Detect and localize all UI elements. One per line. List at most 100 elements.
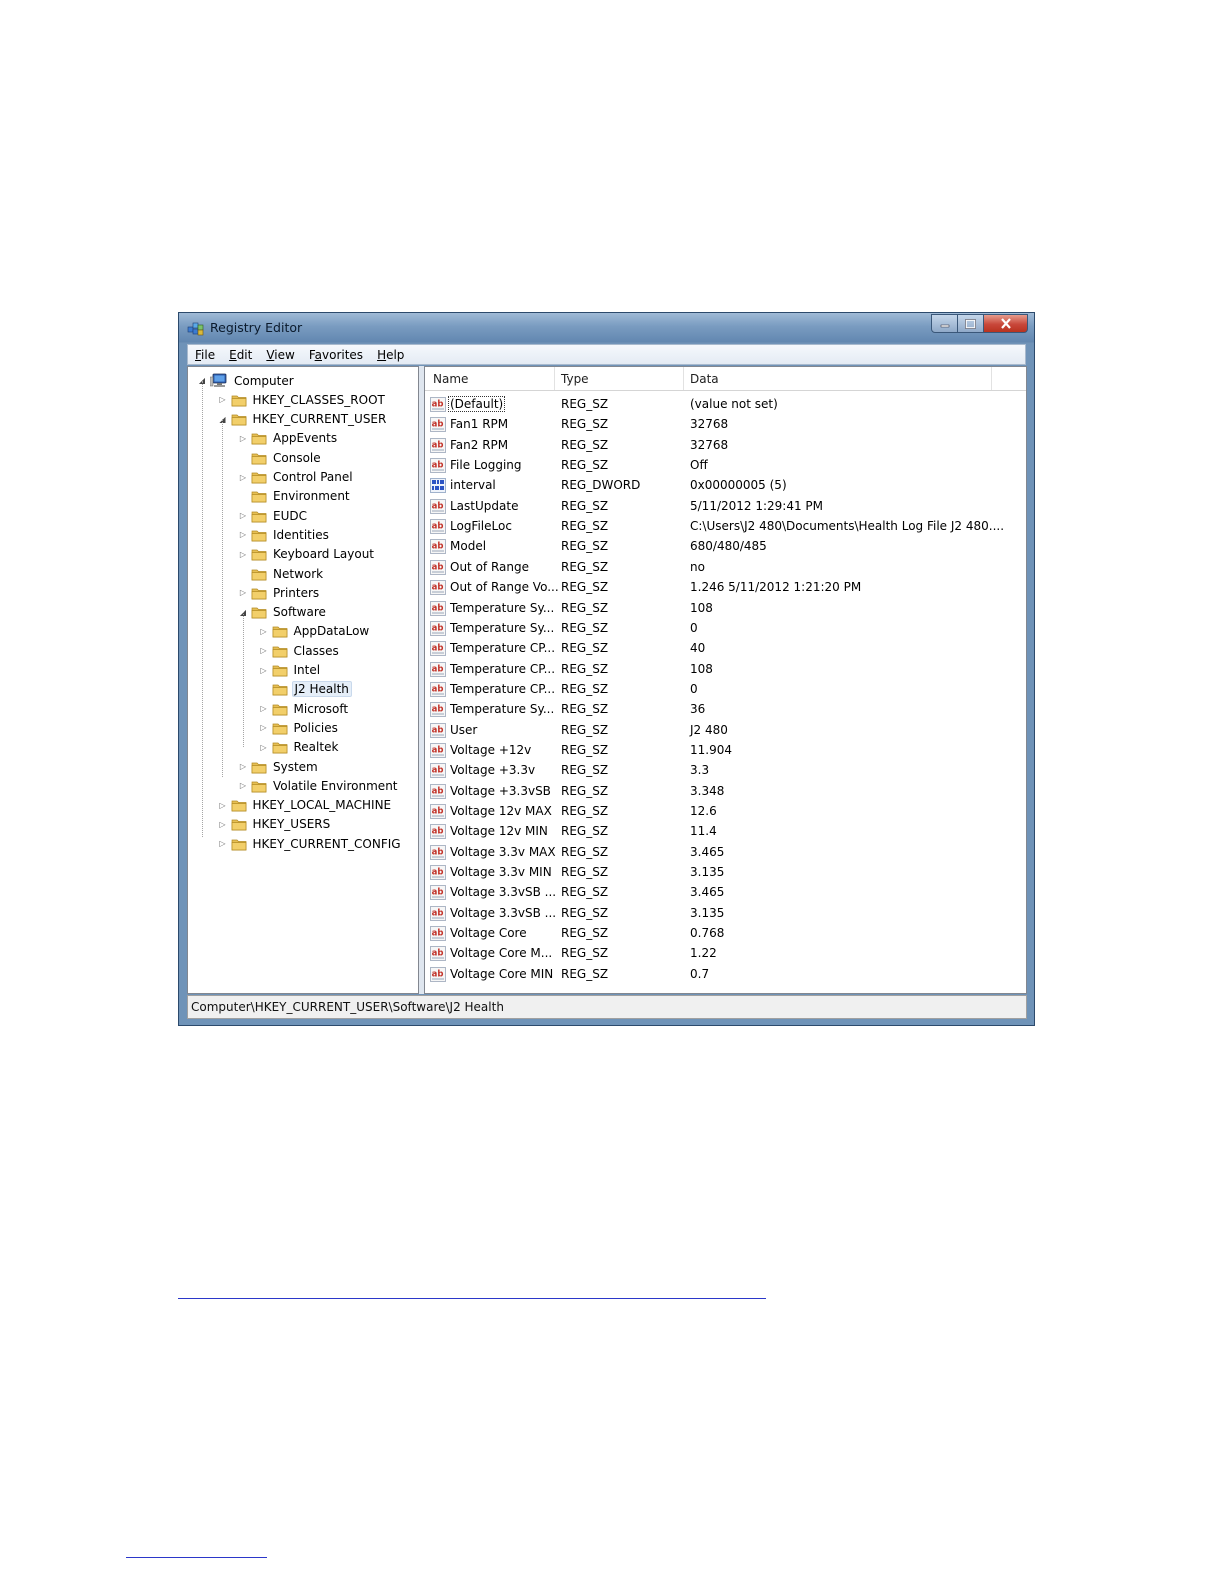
tree-node-j2-health[interactable]: J2 Health xyxy=(259,680,352,699)
tree-node-intel[interactable]: ▷ Intel xyxy=(259,661,323,680)
column-divider[interactable] xyxy=(683,367,684,390)
tree-node-appdatalow[interactable]: ▷ AppDataLow xyxy=(259,622,372,641)
value-row[interactable]: ab Model REG_SZ 680/480/485 xyxy=(425,537,1026,556)
column-divider[interactable] xyxy=(991,367,992,390)
list-header: Name Type Data xyxy=(425,367,1026,391)
minimize-button[interactable] xyxy=(931,314,958,333)
value-row[interactable]: ab Voltage 3.3v MAX REG_SZ 3.465 xyxy=(425,843,1026,862)
menu-help[interactable]: Help xyxy=(377,348,404,362)
value-row[interactable]: ab LogFileLoc REG_SZ C:\Users\J2 480\Docume… xyxy=(425,517,1026,536)
value-row[interactable]: ab Temperature Sy... REG_SZ 36 xyxy=(425,700,1026,719)
expand-arrow-icon[interactable]: ▷ xyxy=(238,434,248,443)
value-name: Out of Range Vo... xyxy=(450,580,559,595)
tree-node-realtek[interactable]: ▷ Realtek xyxy=(259,738,341,757)
column-header-name[interactable]: Name xyxy=(433,372,468,386)
value-row[interactable]: ab File Logging REG_SZ Off xyxy=(425,456,1026,475)
value-data: 3.465 xyxy=(690,885,725,900)
value-row[interactable]: ab Temperature CP... REG_SZ 108 xyxy=(425,660,1026,679)
tree-node-policies[interactable]: ▷ Policies xyxy=(259,718,340,737)
value-row[interactable]: ab LastUpdate REG_SZ 5/11/2012 1:29:41 PM xyxy=(425,497,1026,516)
tree-node-control-panel[interactable]: ▷ Control Panel xyxy=(238,468,355,487)
value-row[interactable]: ab Temperature CP... REG_SZ 40 xyxy=(425,639,1026,658)
expand-arrow-icon[interactable]: ▷ xyxy=(218,839,228,848)
tree-node-identities[interactable]: ▷ Identities xyxy=(238,525,331,544)
value-row[interactable]: ab Voltage 3.3v MIN REG_SZ 3.135 xyxy=(425,863,1026,882)
tree-node-keyboard-layout[interactable]: ▷ Keyboard Layout xyxy=(238,545,376,564)
tree-node-computer[interactable]: ◢ Computer xyxy=(197,371,296,390)
expand-arrow-icon[interactable]: ▷ xyxy=(238,550,248,559)
values-list-pane[interactable]: Name Type Data ab (Default) REG_SZ (value n… xyxy=(424,366,1027,994)
value-row[interactable]: ab Voltage 12v MAX REG_SZ 12.6 xyxy=(425,802,1026,821)
tree-node-hkey-local-machine[interactable]: ▷ HKEY_LOCAL_MACHINE xyxy=(218,796,394,815)
value-row[interactable]: ab Voltage Core MIN REG_SZ 0.7 xyxy=(425,965,1026,984)
value-row[interactable]: ab Out of Range REG_SZ no xyxy=(425,558,1026,577)
menu-favorites[interactable]: Favorites xyxy=(309,348,363,362)
value-row[interactable]: ab Voltage 3.3vSB ... REG_SZ 3.135 xyxy=(425,904,1026,923)
value-row[interactable]: ab Fan1 RPM REG_SZ 32768 xyxy=(425,415,1026,434)
menu-view[interactable]: View xyxy=(266,348,294,362)
tree-node-environment[interactable]: Environment xyxy=(238,487,352,506)
value-name: Voltage Core xyxy=(450,926,527,941)
tree-node-network[interactable]: Network xyxy=(238,564,325,583)
expand-arrow-icon[interactable]: ▷ xyxy=(238,781,248,790)
expand-arrow-icon[interactable]: ▷ xyxy=(259,743,269,752)
column-header-data[interactable]: Data xyxy=(690,372,719,386)
expand-arrow-icon[interactable]: ▷ xyxy=(238,588,248,597)
tree-node-microsoft[interactable]: ▷ Microsoft xyxy=(259,699,351,718)
tree-node-eudc[interactable]: ▷ EUDC xyxy=(238,506,309,525)
value-row[interactable]: ab Voltage Core M... REG_SZ 1.22 xyxy=(425,944,1026,963)
value-data: 0.7 xyxy=(690,966,710,981)
value-row[interactable]: ab Voltage +3.3v REG_SZ 3.3 xyxy=(425,761,1026,780)
menu-edit[interactable]: Edit xyxy=(229,348,252,362)
value-row[interactable]: ab Fan2 RPM REG_SZ 32768 xyxy=(425,436,1026,455)
tree-node-console[interactable]: Console xyxy=(238,448,323,467)
value-row[interactable]: ab User REG_SZ J2 480 xyxy=(425,721,1026,740)
tree-node-hkey-classes-root[interactable]: ▷ HKEY_CLASSES_ROOT xyxy=(218,390,387,409)
value-row[interactable]: ab Temperature Sy... REG_SZ 108 xyxy=(425,599,1026,618)
expand-arrow-icon[interactable]: ▷ xyxy=(218,801,228,810)
tree-node-system[interactable]: ▷ System xyxy=(238,757,320,776)
value-name: User xyxy=(450,722,478,737)
value-data: 108 xyxy=(690,600,713,615)
value-row[interactable]: ab Temperature Sy... REG_SZ 0 xyxy=(425,619,1026,638)
value-row[interactable]: ab Voltage +12v REG_SZ 11.904 xyxy=(425,741,1026,760)
tree-node-hkey-current-config[interactable]: ▷ HKEY_CURRENT_CONFIG xyxy=(218,834,403,853)
value-row[interactable]: ab Voltage 12v MIN REG_SZ 11.4 xyxy=(425,822,1026,841)
expand-arrow-icon[interactable]: ▷ xyxy=(259,704,269,713)
expand-arrow-icon[interactable]: ▷ xyxy=(259,723,269,732)
string-value-icon: ab xyxy=(430,559,446,575)
expand-arrow-icon[interactable]: ▷ xyxy=(259,627,269,636)
expand-arrow-icon[interactable]: ▷ xyxy=(259,646,269,655)
value-row[interactable]: ab Voltage 3.3vSB ... REG_SZ 3.465 xyxy=(425,883,1026,902)
tree-node-hkey-users[interactable]: ▷ HKEY_USERS xyxy=(218,815,333,834)
value-row[interactable]: ab Out of Range Vo... REG_SZ 1.246 5/11/201… xyxy=(425,578,1026,597)
tree-node-printers[interactable]: ▷ Printers xyxy=(238,583,321,602)
tree-node-volatile-environment[interactable]: ▷ Volatile Environment xyxy=(238,776,400,795)
value-row[interactable]: interval REG_DWORD 0x00000005 (5) xyxy=(425,476,1026,495)
tree-node-software[interactable]: ◢ Software xyxy=(238,603,328,622)
expand-arrow-icon[interactable]: ▷ xyxy=(238,530,248,539)
expand-arrow-icon[interactable]: ▷ xyxy=(238,511,248,520)
expand-arrow-icon[interactable]: ▷ xyxy=(259,666,269,675)
value-row[interactable]: ab Voltage Core REG_SZ 0.768 xyxy=(425,924,1026,943)
close-button[interactable] xyxy=(984,314,1028,333)
tree-node-appevents[interactable]: ▷ AppEvents xyxy=(238,429,339,448)
expand-arrow-icon[interactable]: ▷ xyxy=(238,762,248,771)
key-tree-pane[interactable]: ◢ Computer ▷ HKEY_CLASSES_ROOT ◢ HKEY_CURRENT… xyxy=(187,366,419,994)
maximize-button[interactable] xyxy=(958,314,984,333)
tree-node-classes[interactable]: ▷ Classes xyxy=(259,641,341,660)
value-row[interactable]: ab (Default) REG_SZ (value not set) xyxy=(425,395,1026,414)
expand-arrow-icon[interactable]: ▷ xyxy=(218,395,228,404)
menu-view-rest: iew xyxy=(274,347,295,362)
column-divider[interactable] xyxy=(554,367,555,390)
tree-node-label: Identities xyxy=(273,527,329,542)
tree-node-hkey-current-user[interactable]: ◢ HKEY_CURRENT_USER xyxy=(218,410,389,429)
value-row[interactable]: ab Voltage +3.3vSB REG_SZ 3.348 xyxy=(425,782,1026,801)
value-row[interactable]: ab Temperature CP... REG_SZ 0 xyxy=(425,680,1026,699)
title-bar[interactable]: Registry Editor xyxy=(179,313,1034,343)
expand-arrow-icon[interactable]: ▷ xyxy=(218,820,228,829)
value-type: REG_SZ xyxy=(561,702,609,717)
menu-file[interactable]: File xyxy=(195,348,215,362)
column-header-type[interactable]: Type xyxy=(561,372,589,386)
expand-arrow-icon[interactable]: ▷ xyxy=(238,473,248,482)
